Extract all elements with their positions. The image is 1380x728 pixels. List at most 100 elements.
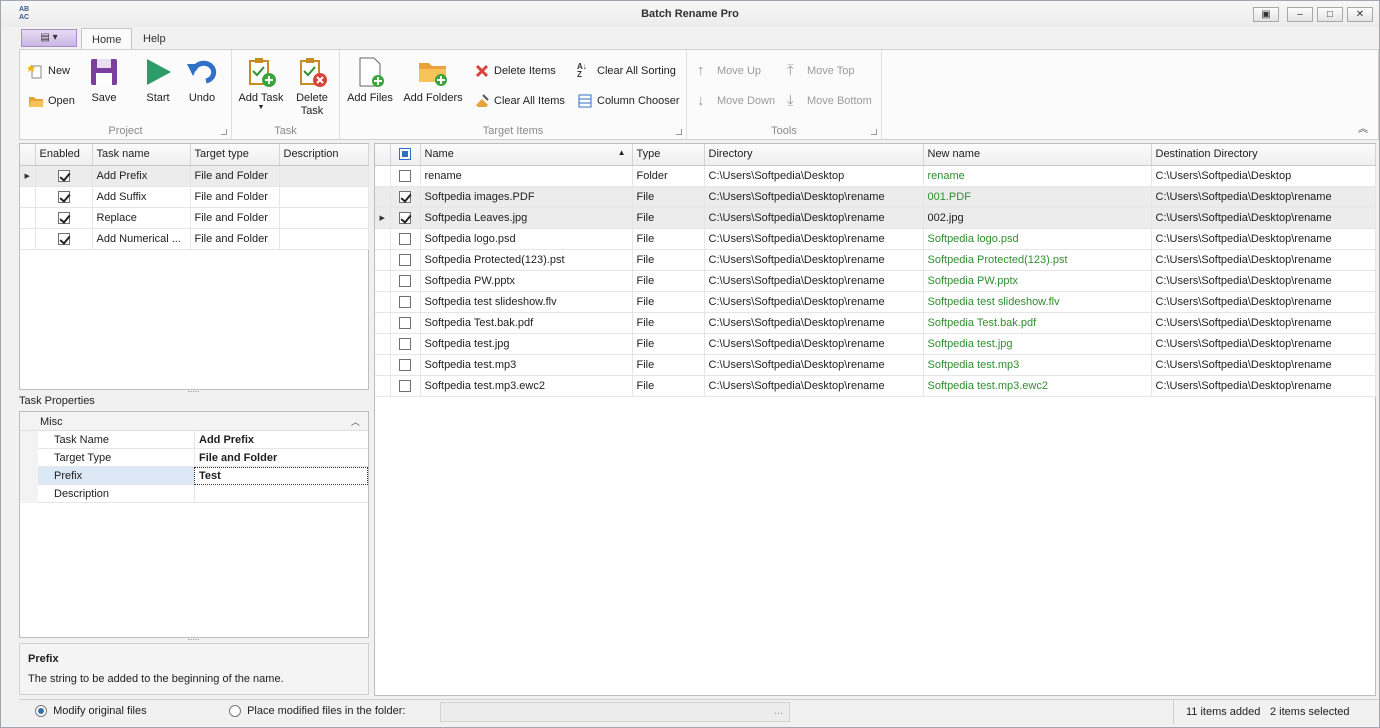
add-task-button[interactable]: Add Task ▼ <box>236 56 286 111</box>
restore-layout-button[interactable]: ▣ <box>1253 7 1279 22</box>
destination-folder-input[interactable]: ... <box>440 702 790 722</box>
group-launcher-target-items[interactable] <box>676 129 682 135</box>
file-row[interactable]: Softpedia Protected(123).pst File C:\Use… <box>375 249 1376 271</box>
open-button[interactable]: Open <box>28 91 75 111</box>
property-row[interactable]: Target Type File and Folder <box>38 449 368 467</box>
file-checkbox[interactable] <box>399 169 411 182</box>
file-new-name-cell: Softpedia test slideshow.flv <box>923 291 1152 313</box>
file-name-cell: Softpedia Leaves.jpg <box>420 207 633 229</box>
file-row[interactable]: Softpedia test.mp3 File C:\Users\Softped… <box>375 354 1376 376</box>
property-row[interactable]: Task Name Add Prefix <box>38 431 368 449</box>
file-row[interactable]: Softpedia PW.pptx File C:\Users\Softpedi… <box>375 270 1376 292</box>
arrow-up-icon: ↑ <box>697 62 705 80</box>
property-help-panel: Prefix The string to be added to the beg… <box>19 643 369 695</box>
task-row[interactable]: Replace File and Folder <box>20 207 369 229</box>
col-header-enabled[interactable]: Enabled <box>35 144 93 166</box>
file-row[interactable]: rename Folder C:\Users\Softpedia\Desktop… <box>375 165 1376 187</box>
file-destination-cell: C:\Users\Softpedia\Desktop\rename <box>1151 270 1376 292</box>
file-row-selected[interactable]: Softpedia images.PDF File C:\Users\Softp… <box>375 186 1376 208</box>
col-header-target-type[interactable]: Target type <box>190 144 280 166</box>
collapse-category-icon[interactable]: ︿ <box>351 415 360 428</box>
add-folders-button[interactable]: Add Folders <box>402 56 464 104</box>
task-row[interactable]: ▶ Add Prefix File and Folder <box>20 165 369 187</box>
file-new-name-cell: rename <box>923 165 1152 187</box>
task-enabled-checkbox[interactable] <box>57 232 70 245</box>
task-enabled-checkbox[interactable] <box>57 169 70 182</box>
collapse-ribbon-icon[interactable]: ︽ <box>1358 120 1368 135</box>
file-destination-cell: C:\Users\Softpedia\Desktop\rename <box>1151 312 1376 334</box>
file-checkbox[interactable] <box>399 295 411 308</box>
save-button[interactable]: Save <box>86 56 122 104</box>
move-top-button[interactable]: ⤒ Move Top <box>787 61 855 81</box>
file-checkbox[interactable] <box>399 253 411 266</box>
file-row[interactable]: Softpedia Test.bak.pdf File C:\Users\Sof… <box>375 312 1376 334</box>
file-checkbox[interactable] <box>399 274 411 287</box>
start-button[interactable]: Start <box>140 56 176 104</box>
modify-original-radio[interactable]: Modify original files <box>35 705 147 718</box>
file-row[interactable]: Softpedia logo.psd File C:\Users\Softped… <box>375 228 1376 250</box>
task-enabled-checkbox[interactable] <box>57 211 70 224</box>
property-row-selected[interactable]: Prefix Test <box>38 467 368 485</box>
dropdown-arrow-icon: ▼ <box>257 104 265 111</box>
select-all-checkbox[interactable] <box>399 148 411 161</box>
file-row[interactable]: Softpedia test.mp3.ewc2 File C:\Users\So… <box>375 375 1376 397</box>
group-launcher-project[interactable] <box>221 129 227 135</box>
file-row-selected[interactable]: ▶ Softpedia Leaves.jpg File C:\Users\Sof… <box>375 207 1376 229</box>
file-checkbox[interactable] <box>399 232 411 245</box>
move-up-button[interactable]: ↑ Move Up <box>697 61 761 81</box>
col-header-name[interactable]: Name ▲ <box>420 144 633 166</box>
columns-icon <box>577 93 593 109</box>
file-directory-cell: C:\Users\Softpedia\Desktop <box>704 165 924 187</box>
col-header-type[interactable]: Type <box>632 144 705 166</box>
close-button[interactable]: ✕ <box>1347 7 1373 22</box>
maximize-button[interactable]: □ <box>1317 7 1343 22</box>
file-checkbox[interactable] <box>399 379 411 392</box>
ribbon-tabs: ▤ ▾ Home Help <box>19 28 1379 50</box>
move-bottom-button[interactable]: ⤓ Move Bottom <box>787 91 872 111</box>
col-header-directory[interactable]: Directory <box>704 144 924 166</box>
move-down-button[interactable]: ↓ Move Down <box>697 91 775 111</box>
file-type-cell: File <box>632 375 705 397</box>
group-launcher-tools[interactable] <box>871 129 877 135</box>
file-row[interactable]: Softpedia test.jpg File C:\Users\Softped… <box>375 333 1376 355</box>
task-description-cell <box>279 228 369 250</box>
file-checkbox[interactable] <box>399 358 411 371</box>
clear-all-sorting-button[interactable]: A↓ Z Clear All Sorting <box>577 61 676 81</box>
file-checkbox[interactable] <box>399 316 411 329</box>
property-value[interactable]: Add Prefix <box>199 434 254 446</box>
file-checkbox[interactable] <box>399 211 411 224</box>
property-value[interactable]: File and Folder <box>199 452 277 464</box>
delete-items-button[interactable]: Delete Items <box>474 61 556 81</box>
tab-help[interactable]: Help <box>133 28 176 50</box>
property-row[interactable]: Description <box>38 485 368 503</box>
add-files-button[interactable]: Add Files <box>346 56 394 104</box>
file-checkbox[interactable] <box>399 190 411 203</box>
file-directory-cell: C:\Users\Softpedia\Desktop\rename <box>704 249 924 271</box>
items-selected-status: 2 items selected <box>1270 706 1350 718</box>
file-type-cell: File <box>632 228 705 250</box>
app-window: AB AC Batch Rename Pro ▣ – □ ✕ ▤ ▾ Home … <box>0 0 1380 728</box>
prefix-input[interactable]: Test <box>194 467 368 485</box>
file-row[interactable]: Softpedia test slideshow.flv File C:\Use… <box>375 291 1376 313</box>
col-header-description[interactable]: Description <box>279 144 369 166</box>
delete-task-button[interactable]: Delete Task <box>292 56 332 118</box>
new-button[interactable]: New <box>27 61 70 81</box>
browse-folder-button[interactable]: ... <box>774 705 783 717</box>
place-modified-radio[interactable]: Place modified files in the folder: <box>229 705 405 718</box>
property-help-text: The string to be added to the beginning … <box>28 673 284 685</box>
file-destination-cell: C:\Users\Softpedia\Desktop\rename <box>1151 354 1376 376</box>
file-checkbox[interactable] <box>399 337 411 350</box>
app-menu-button[interactable]: ▤ ▾ <box>21 29 77 47</box>
column-chooser-button[interactable]: Column Chooser <box>577 91 680 111</box>
col-header-new-name[interactable]: New name <box>923 144 1152 166</box>
col-header-task-name[interactable]: Task name <box>92 144 191 166</box>
tab-home[interactable]: Home <box>81 28 133 50</box>
col-header-destination[interactable]: Destination Directory <box>1151 144 1376 166</box>
task-row[interactable]: Add Suffix File and Folder <box>20 186 369 208</box>
task-enabled-checkbox[interactable] <box>57 190 70 203</box>
minimize-button[interactable]: – <box>1287 7 1313 22</box>
property-category[interactable]: Misc ︿ <box>20 412 368 431</box>
undo-button[interactable]: Undo <box>184 56 220 104</box>
clear-all-items-button[interactable]: Clear All Items <box>474 91 565 111</box>
task-row[interactable]: Add Numerical ... File and Folder <box>20 228 369 250</box>
